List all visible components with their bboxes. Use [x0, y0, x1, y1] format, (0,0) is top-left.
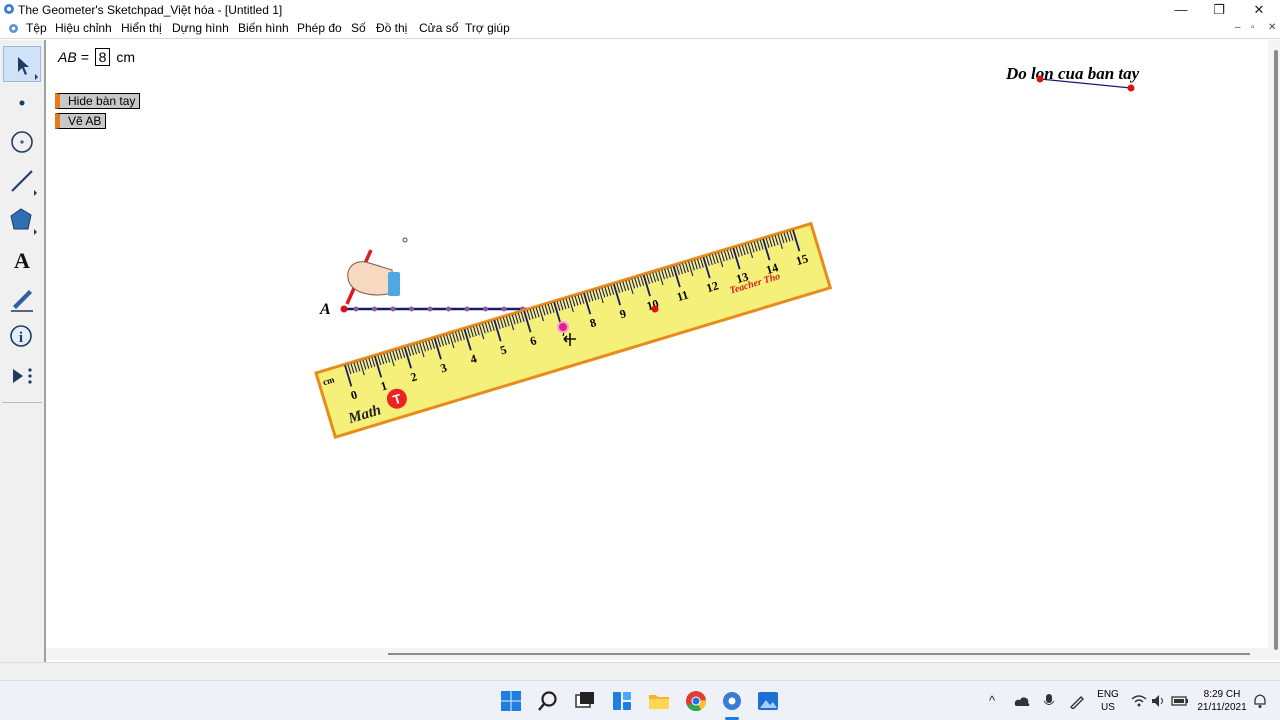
toolbox: A i [0, 40, 46, 662]
line-segment-icon [11, 170, 37, 196]
text-tool[interactable]: A [3, 241, 41, 277]
task-view-icon[interactable] [573, 689, 597, 713]
svg-text:i: i [19, 330, 23, 346]
microphone-icon[interactable] [1043, 693, 1055, 709]
measurement-unit: cm [116, 49, 135, 65]
menu-construct[interactable]: Dựng hình [172, 21, 229, 35]
polygon-tool[interactable] [3, 202, 41, 238]
window-title: The Geometer's Sketchpad_Việt hóa - [Unt… [18, 3, 283, 17]
windows-start-icon[interactable] [499, 689, 523, 713]
title-bar: The Geometer's Sketchpad_Việt hóa - [Unt… [0, 0, 1280, 19]
marker-tool[interactable] [3, 280, 41, 316]
document-restore-button[interactable]: ▫ [1251, 22, 1255, 33]
volume-icon[interactable] [1151, 694, 1167, 708]
vertical-scroll-thumb[interactable] [1274, 50, 1278, 650]
circle-icon [11, 131, 33, 153]
menu-edit[interactable]: Hiệu chỉnh [55, 21, 112, 35]
arrow-select-tool[interactable] [3, 46, 41, 82]
menu-file[interactable]: Tệp [26, 21, 47, 35]
chrome-icon[interactable] [684, 689, 708, 713]
measurement-value[interactable]: 8 [94, 48, 111, 66]
sketch-canvas[interactable] [46, 40, 1268, 648]
restore-button[interactable]: ❐ [1200, 0, 1238, 19]
document-icon[interactable] [8, 23, 19, 34]
close-button[interactable]: ✕ [1240, 0, 1278, 19]
ab-measurement[interactable]: AB = 8 cm [58, 48, 135, 66]
menu-bar: Tệp Hiệu chỉnh Hiển thị Dựng hình Biến h… [0, 19, 1280, 39]
menu-number[interactable]: Số [351, 21, 366, 35]
horizontal-scroll-thumb[interactable] [388, 653, 1250, 655]
sketch-title: Do lon cua ban tay [1006, 64, 1140, 83]
menu-display[interactable]: Hiển thị [121, 21, 162, 35]
file-explorer-icon[interactable] [647, 689, 671, 713]
polygon-icon [10, 208, 37, 235]
menu-graph[interactable]: Đồ thị [376, 21, 407, 35]
region-code: US [1101, 702, 1115, 713]
svg-text:A: A [14, 248, 30, 273]
onedrive-icon[interactable] [1014, 695, 1030, 707]
point-tool[interactable] [3, 85, 41, 121]
sketchpad-taskbar-icon[interactable] [720, 689, 744, 713]
arrow-cursor-icon [18, 57, 38, 80]
clock-time: 8:29 CH [1203, 689, 1241, 700]
hide-hand-button[interactable]: Hide bàn tay [55, 93, 141, 109]
pencil-icon [11, 290, 33, 312]
wifi-icon[interactable] [1131, 694, 1147, 708]
compass-tool[interactable] [3, 124, 41, 160]
custom-tools[interactable] [3, 358, 41, 394]
point-icon [19, 100, 25, 106]
battery-icon[interactable] [1171, 695, 1189, 707]
notifications-icon[interactable] [1252, 693, 1268, 709]
minimize-button[interactable]: — [1162, 0, 1200, 19]
document-close-button[interactable]: ✕ [1268, 22, 1276, 33]
measurement-label: AB = [58, 49, 89, 65]
status-bar [0, 662, 1280, 680]
sketchpad-app-icon [4, 4, 14, 14]
info-icon: i [10, 325, 32, 347]
search-icon[interactable] [536, 689, 560, 713]
photos-icon[interactable] [756, 689, 780, 713]
menu-help[interactable]: Trợ giúp [465, 21, 510, 35]
document-minimize-button[interactable]: – [1235, 22, 1241, 33]
information-tool[interactable]: i [3, 319, 41, 355]
draw-ab-button[interactable]: Vẽ AB [55, 113, 107, 129]
menu-transform[interactable]: Biến hình [238, 21, 289, 35]
pen-menu-icon[interactable] [1069, 693, 1085, 709]
text-a-icon: A [14, 248, 30, 273]
widgets-icon[interactable] [610, 689, 634, 713]
menu-measure[interactable]: Phép đo [297, 21, 342, 35]
language-code: ENG [1097, 689, 1119, 700]
show-hidden-icons-icon[interactable]: ^ [989, 693, 995, 708]
clock-date: 21/11/2021 [1197, 702, 1247, 713]
menu-window[interactable]: Cửa sổ [419, 21, 458, 35]
custom-tool-play-icon [13, 368, 32, 384]
windows-taskbar: ^ ENG US 8:29 CH 21/11/2021 [0, 680, 1280, 720]
system-clock[interactable]: 8:29 CH 21/11/2021 [1196, 688, 1248, 714]
straightedge-tool[interactable] [3, 163, 41, 199]
input-language-indicator[interactable]: ENG US [1096, 688, 1120, 714]
toolbox-divider [2, 402, 42, 403]
